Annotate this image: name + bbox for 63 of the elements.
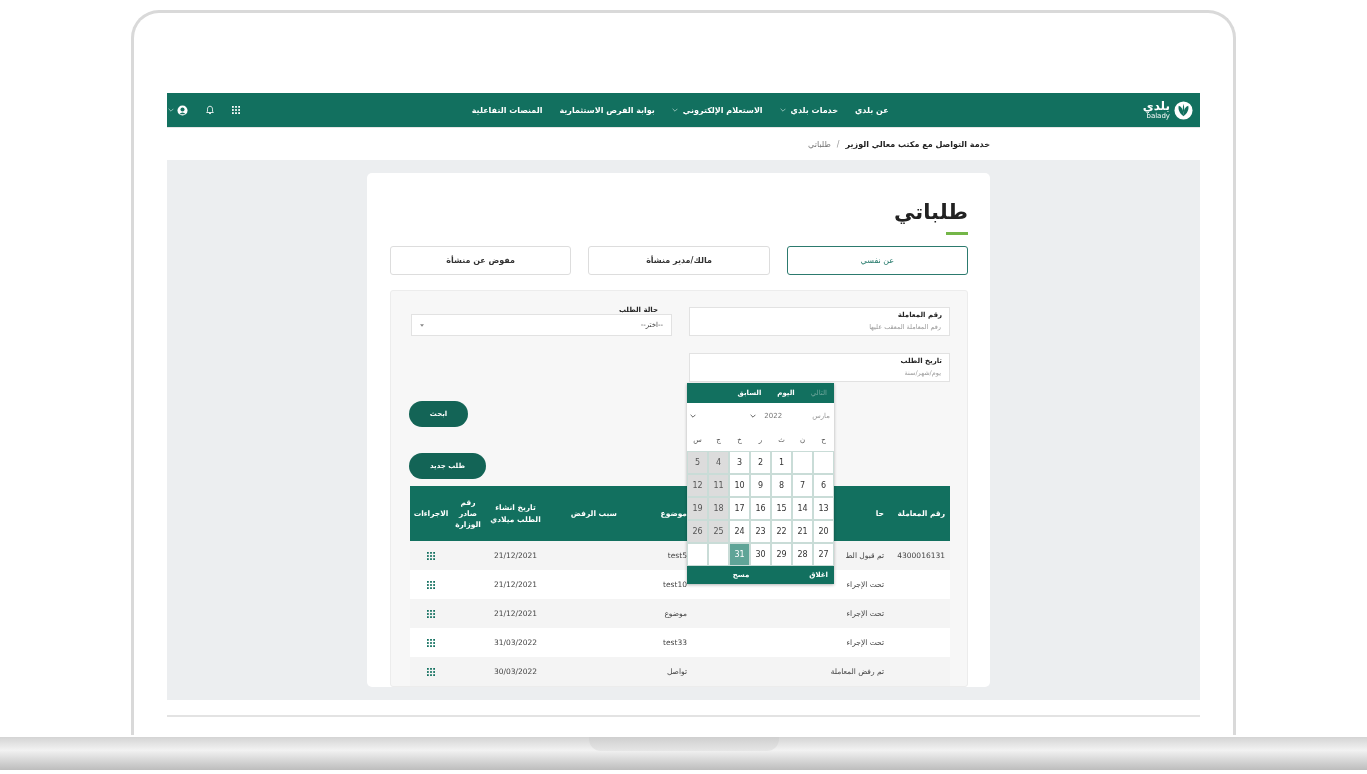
day-cell[interactable]: 17 [729,497,750,520]
day-cell[interactable]: 30 [750,543,771,566]
day-cell: 25 [708,520,729,543]
actions-menu-button[interactable] [427,638,435,647]
page-title: طلباتي [893,199,968,226]
logo-icon [1174,100,1193,120]
tab[interactable]: مفوض عن منشأة [390,246,572,275]
day-cell: 4 [708,451,729,474]
day-cell[interactable]: 14 [792,497,813,520]
nav-link[interactable]: عن بلدي [855,105,889,115]
day-cell[interactable]: 10 [729,474,750,497]
day-cell[interactable]: 15 [771,497,792,520]
day-cell[interactable]: 3 [729,451,750,474]
caret-icon [750,414,757,418]
nav-link[interactable]: خدمات بلدي [779,105,838,115]
nav-link[interactable]: الاستعلام الإلكتروني [671,105,763,115]
actions-menu-button[interactable] [427,580,435,589]
title-underline [946,232,968,235]
day-cell: 11 [708,474,729,497]
bell-icon [205,105,215,115]
nav-link[interactable]: بوابة الفرص الاستثمارية [559,105,655,115]
profile-button[interactable] [168,104,188,116]
day-cell[interactable]: 7 [792,474,813,497]
day-cell[interactable]: 2 [750,451,771,474]
day-cell[interactable]: 6 [813,474,834,497]
day-cell[interactable]: 9 [750,474,771,497]
day-cell[interactable]: 1 [771,451,792,474]
tab[interactable]: مالك/مدير منشأة [588,246,770,275]
breadcrumb-link[interactable]: طلباتي [808,139,831,149]
grid-icon [427,551,435,560]
breadcrumb-link[interactable]: خدمة التواصل مع مكتب معالي الوزير [845,139,990,149]
grid-icon [427,580,435,589]
day-cell: 19 [687,497,708,520]
day-cell[interactable]: 8 [771,474,792,497]
caret-icon [690,414,696,418]
day-cell: 18 [708,497,729,520]
day-cell[interactable]: 21 [792,520,813,543]
actions-menu-button[interactable] [427,667,435,676]
actions-menu-button[interactable] [427,609,435,618]
actions-menu-button[interactable] [427,551,435,560]
day-cell[interactable]: 16 [750,497,771,520]
dropdown-triangle-icon [420,323,424,327]
grid-icon [232,106,240,114]
day-cell[interactable]: 27 [813,543,834,566]
profile-icon [177,104,188,116]
caret-icon [168,108,174,112]
grid-icon [427,667,435,676]
day-cell: 12 [687,474,708,497]
day-cell[interactable]: 23 [750,520,771,543]
day-cell[interactable]: 29 [771,543,792,566]
grid-icon [427,638,435,647]
tab[interactable]: عن نفسي [786,246,968,275]
day-cell: 5 [687,451,708,474]
nav-link[interactable]: المنصات التفاعلية [471,105,543,115]
day-cell: 26 [687,520,708,543]
day-cell[interactable]: 22 [771,520,792,543]
logo-text: بلدي [1142,100,1170,112]
day-cell[interactable]: 13 [813,497,834,520]
day-cell[interactable]: 20 [813,520,834,543]
breadcrumb-separator: / [836,139,840,149]
day-cell[interactable]: 24 [729,520,750,543]
grid-icon [427,609,435,618]
day-cell[interactable]: 28 [792,543,813,566]
